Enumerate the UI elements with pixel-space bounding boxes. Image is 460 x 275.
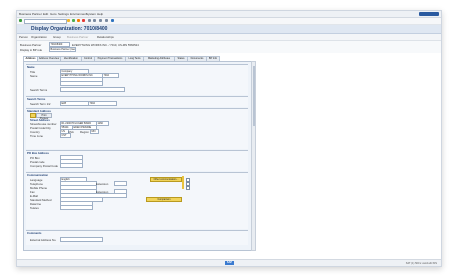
- extension-field[interactable]: [114, 181, 127, 186]
- menu-environment[interactable]: Environment: [70, 12, 87, 16]
- standard-address-section: Standard Address Print Preview Street Ad…: [26, 108, 248, 149]
- communication-indicator-bar: [182, 176, 184, 189]
- menu-bar: Business Partner Edit Goto Settings Envi…: [17, 11, 441, 18]
- enter-icon[interactable]: [19, 19, 22, 22]
- comparison-button[interactable]: Comparison: [146, 197, 182, 202]
- application-toolbar: Person Organization Group Business Partn…: [17, 34, 441, 41]
- window-controls[interactable]: [419, 12, 439, 16]
- address-tab-content: Name Title Company Name EVERYTHING WORKS…: [23, 61, 253, 251]
- comments-header: Comments: [27, 231, 42, 235]
- menu-help[interactable]: Help: [97, 12, 103, 16]
- menu-system[interactable]: System: [86, 12, 96, 16]
- name-extra-field[interactable]: 7010: [102, 73, 119, 78]
- search-terms-field[interactable]: [60, 87, 125, 92]
- organization-button[interactable]: Organization: [31, 35, 47, 39]
- po-box-section: PO Box Address PO Box Postal code Compan…: [26, 150, 248, 171]
- search-term1-field[interactable]: EWI: [60, 101, 89, 106]
- sap-logo: SAP: [225, 261, 234, 265]
- save-icon[interactable]: [67, 19, 70, 22]
- exit-icon[interactable]: [77, 19, 80, 22]
- print-icon[interactable]: [88, 19, 91, 22]
- role-label: Display in BP role: [20, 48, 43, 52]
- search-terms-header: Search Terms: [27, 97, 46, 101]
- page-icon[interactable]: [99, 19, 102, 22]
- system-info: S4T (1) 500 ▾ usm1s4t INS: [405, 262, 437, 265]
- page-title: Display Organization: 7010/8400: [31, 26, 108, 32]
- command-field[interactable]: [24, 19, 67, 24]
- relationships-button[interactable]: Relationships: [97, 35, 114, 39]
- bp-label: Business Partner: [20, 43, 42, 47]
- status-bar: SAP S4T (1) 500 ▾ usm1s4t INS: [17, 259, 441, 266]
- search-terms-label: Search Terms: [30, 88, 48, 92]
- bp-description: EVERYTHING WORKS INC. / 7010, US-MN 5560…: [72, 43, 139, 47]
- other-communication-button[interactable]: Other communication...: [150, 177, 182, 182]
- communication-section: Communication Language English Telephone…: [26, 172, 248, 229]
- communication-header: Communication: [27, 173, 49, 177]
- header-area: Business Partner 7010/8400 EVERYTHING WO…: [17, 41, 441, 53]
- menu-goto[interactable]: Goto: [50, 12, 57, 16]
- time-zone-label: Time zone: [30, 134, 43, 138]
- help-icon[interactable]: [111, 19, 114, 22]
- find-icon[interactable]: [93, 19, 96, 22]
- cancel-icon[interactable]: [82, 19, 85, 22]
- extension-label: Extension: [96, 182, 109, 186]
- menu-settings[interactable]: Settings: [58, 12, 69, 16]
- teletex-label: Teletex: [30, 206, 39, 210]
- title-bar: Display Organization: 7010/8400: [17, 25, 441, 34]
- region-field[interactable]: MN: [90, 129, 99, 134]
- comm-checkbox-3[interactable]: [186, 186, 190, 190]
- name-section: Name Title Company Name EVERYTHING WORKS…: [26, 64, 248, 95]
- ext-address-field[interactable]: [60, 237, 103, 242]
- menu-edit[interactable]: Edit: [43, 12, 48, 16]
- vertical-scrollbar[interactable]: [251, 61, 256, 251]
- comments-section: Comments External Address No.: [26, 230, 248, 245]
- region-label: Region: [80, 130, 89, 134]
- company-postal-field[interactable]: [60, 163, 83, 168]
- search-term1-label: Search Term 1/2: [30, 102, 51, 106]
- role-select[interactable]: Business Partner (Gen.): [49, 47, 76, 52]
- house-number-field[interactable]: 1160: [96, 121, 109, 126]
- person-button[interactable]: Person: [19, 35, 28, 39]
- teletex-field[interactable]: [60, 205, 93, 210]
- sap-window: Business Partner Edit Goto Settings Envi…: [16, 10, 442, 267]
- menu-business-partner[interactable]: Business Partner: [19, 12, 42, 16]
- back-icon[interactable]: [72, 19, 75, 22]
- time-zone-field[interactable]: CST: [60, 133, 71, 138]
- scrollbar-thumb[interactable]: [252, 66, 255, 126]
- standard-toolbar: [17, 18, 441, 25]
- ext-address-label: External Address No.: [30, 238, 57, 242]
- company-postal-label: Company Postal Code: [30, 164, 58, 168]
- name-label: Name: [30, 74, 38, 78]
- po-box-header: PO Box Address: [27, 151, 49, 155]
- business-partner-button[interactable]: Business Partner: [67, 35, 88, 39]
- name-line-4[interactable]: [60, 81, 103, 86]
- search-term2-field[interactable]: 7010: [88, 101, 117, 106]
- search-terms-section: Search Terms Search Term 1/2 EWI 7010: [26, 96, 248, 107]
- name-section-header: Name: [27, 65, 35, 69]
- layout-icon[interactable]: [105, 19, 108, 22]
- group-button[interactable]: Group: [53, 35, 61, 39]
